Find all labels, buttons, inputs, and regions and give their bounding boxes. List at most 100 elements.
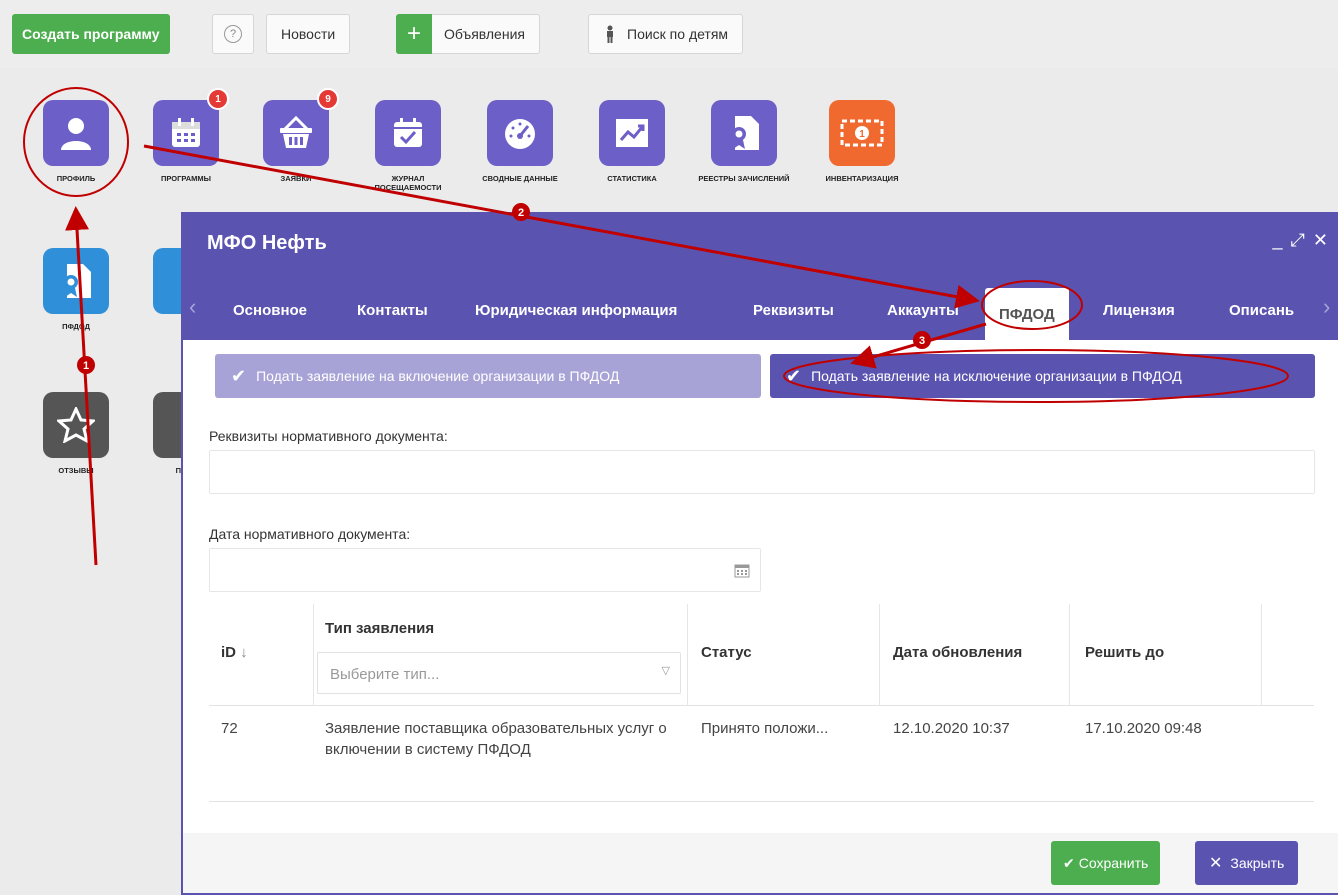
- window-controls: _ ⤢ ✕: [1272, 230, 1328, 251]
- create-program-button[interactable]: Создать программу: [12, 14, 170, 54]
- tile-label: ИНВЕНТАРИЗАЦИЯ: [825, 174, 899, 183]
- maximize-icon[interactable]: ⤢: [1291, 230, 1305, 251]
- chevron-left-icon[interactable]: ‹: [189, 294, 196, 320]
- child-search-button[interactable]: Поиск по детям: [588, 14, 744, 54]
- tile-label: СТАТИСТИКА: [607, 174, 657, 183]
- cell-id: 72: [221, 720, 238, 737]
- cell-updated: 12.10.2020 10:37: [893, 720, 1010, 737]
- chart-icon: [599, 100, 665, 166]
- star-icon: [43, 392, 109, 458]
- exclude-application-button[interactable]: ✔ Подать заявление на исключение организ…: [770, 354, 1315, 398]
- notification-badge: 1: [207, 88, 229, 110]
- close-icon: ✕: [1209, 855, 1223, 872]
- tile-label: ОТЗЫВЫ: [58, 466, 94, 475]
- check-icon: ✔: [231, 365, 247, 386]
- news-button[interactable]: Новости: [266, 14, 351, 54]
- tile-label: РЕЕСТРЫ ЗАЧИСЛЕНИЙ: [698, 174, 790, 183]
- exclude-application-label: Подать заявление на исключение организац…: [811, 368, 1182, 384]
- doc-requisites-input[interactable]: [209, 450, 1315, 494]
- tab-contacts[interactable]: Контакты: [343, 288, 442, 332]
- column-header-updated[interactable]: Дата обновления: [893, 644, 1022, 661]
- calendar-icon: 1: [153, 88, 229, 166]
- child-search-label: Поиск по детям: [627, 26, 729, 42]
- tab-license[interactable]: Лицензия: [1089, 288, 1189, 332]
- include-application-button[interactable]: ✔ Подать заявление на включение организа…: [215, 354, 761, 398]
- modal-title: МФО Нефть: [207, 232, 327, 254]
- applications-table: iD ↓ Тип заявления Выберите тип... ▽ Ста…: [209, 604, 1314, 802]
- desktop-tile-attendance[interactable]: ЖУРНАЛ ПОСЕЩАЕМОСТИ: [358, 100, 458, 192]
- column-header-status[interactable]: Статус: [701, 644, 752, 661]
- desktop-tile-requests[interactable]: 9 ЗАЯВКИ: [246, 88, 346, 183]
- step-marker-1: 1: [77, 356, 95, 374]
- modal-header: МФО Нефть _ ⤢ ✕: [183, 214, 1338, 274]
- check-icon: ✔: [1063, 854, 1075, 871]
- modal-tabs: ‹ Основное Контакты Юридическая информац…: [183, 274, 1338, 340]
- plus-icon[interactable]: +: [396, 14, 432, 54]
- tile-label: ПРОГРАММЫ: [161, 174, 211, 183]
- column-header-deadline[interactable]: Решить до: [1085, 644, 1164, 661]
- tab-requisites[interactable]: Реквизиты: [739, 288, 848, 332]
- tile-label: ПРОФИЛЬ: [56, 174, 96, 183]
- announcements-button[interactable]: + Объявления: [396, 14, 540, 54]
- close-icon[interactable]: ✕: [1313, 230, 1328, 251]
- certificate-icon: [711, 100, 777, 166]
- doc-date-label: Дата нормативного документа:: [209, 526, 411, 542]
- banknote-icon: 1: [829, 100, 895, 166]
- type-filter-select[interactable]: Выберите тип... ▽: [317, 652, 681, 694]
- tab-description[interactable]: Описань: [1215, 288, 1308, 332]
- desktop-tile-statistics[interactable]: СТАТИСТИКА: [582, 100, 682, 183]
- tab-accounts[interactable]: Аккаунты: [873, 288, 973, 332]
- user-icon: [43, 100, 109, 166]
- notification-badge: 9: [317, 88, 339, 110]
- tile-label: СВОДНЫЕ ДАННЫЕ: [482, 174, 558, 183]
- desktop-tile-reviews[interactable]: ОТЗЫВЫ: [26, 392, 126, 475]
- create-program-label: Создать программу: [22, 26, 160, 42]
- tile-label: ЖУРНАЛ ПОСЕЩАЕМОСТИ: [374, 174, 442, 192]
- column-header-id[interactable]: iD ↓: [221, 644, 248, 661]
- modal-footer: ✔ Сохранить ✕ Закрыть: [183, 833, 1338, 893]
- save-button[interactable]: ✔ Сохранить: [1051, 841, 1161, 885]
- desktop-tile-pfdod[interactable]: ПФДОД: [26, 248, 126, 331]
- tab-pfdod[interactable]: ПФДОД: [985, 288, 1069, 340]
- desktop-tile-programs[interactable]: 1 ПРОГРАММЫ: [136, 88, 236, 183]
- desktop-tile-profile[interactable]: ПРОФИЛЬ: [26, 100, 126, 183]
- cell-status: Принято положи...: [701, 720, 829, 737]
- tile-label: ПФДОД: [62, 322, 90, 331]
- basket-icon: 9: [263, 88, 339, 166]
- save-label: Сохранить: [1078, 855, 1149, 871]
- certificate-icon: [43, 248, 109, 314]
- table-row[interactable]: 72 Заявление поставщика образовательных …: [209, 706, 1314, 802]
- organization-modal: МФО Нефть _ ⤢ ✕ ‹ Основное Контакты Юрид…: [181, 212, 1338, 895]
- sort-down-icon[interactable]: ↓: [240, 644, 248, 661]
- top-toolbar: Создать программу ? Новости + Объявления…: [0, 0, 1338, 68]
- doc-requisites-label: Реквизиты нормативного документа:: [209, 428, 448, 444]
- desktop-tile-summary[interactable]: СВОДНЫЕ ДАННЫЕ: [470, 100, 570, 183]
- calendar-icon[interactable]: [734, 562, 750, 578]
- column-header-type[interactable]: Тип заявления: [325, 620, 434, 637]
- close-button[interactable]: ✕ Закрыть: [1195, 841, 1299, 885]
- close-label: Закрыть: [1230, 855, 1285, 871]
- help-button[interactable]: ?: [212, 14, 254, 54]
- cell-type: Заявление поставщика образовательных усл…: [325, 720, 667, 758]
- tile-label: ЗАЯВКИ: [280, 174, 312, 183]
- doc-date-input[interactable]: [209, 548, 761, 592]
- chevron-down-icon: ▽: [661, 665, 670, 677]
- check-icon: ✔: [786, 365, 802, 386]
- include-application-label: Подать заявление на включение организаци…: [256, 368, 620, 384]
- desktop-tile-inventory[interactable]: 1 ИНВЕНТАРИЗАЦИЯ: [812, 100, 912, 183]
- tab-legal-info[interactable]: Юридическая информация: [461, 288, 691, 332]
- svg-text:1: 1: [83, 360, 89, 372]
- svg-text:1: 1: [859, 129, 865, 140]
- news-label: Новости: [281, 26, 336, 42]
- type-filter-placeholder: Выберите тип...: [330, 666, 440, 683]
- child-icon: [607, 25, 613, 43]
- cell-deadline: 17.10.2020 09:48: [1085, 720, 1202, 737]
- announcements-label: Объявления: [444, 26, 525, 42]
- desktop-tile-enrollment-registers[interactable]: РЕЕСТРЫ ЗАЧИСЛЕНИЙ: [694, 100, 794, 183]
- chevron-right-icon[interactable]: ›: [1323, 294, 1330, 320]
- minimize-icon[interactable]: _: [1272, 230, 1282, 251]
- tab-main[interactable]: Основное: [219, 288, 321, 332]
- help-icon: ?: [224, 25, 242, 43]
- table-header: iD ↓ Тип заявления Выберите тип... ▽ Ста…: [209, 604, 1314, 706]
- gauge-icon: [487, 100, 553, 166]
